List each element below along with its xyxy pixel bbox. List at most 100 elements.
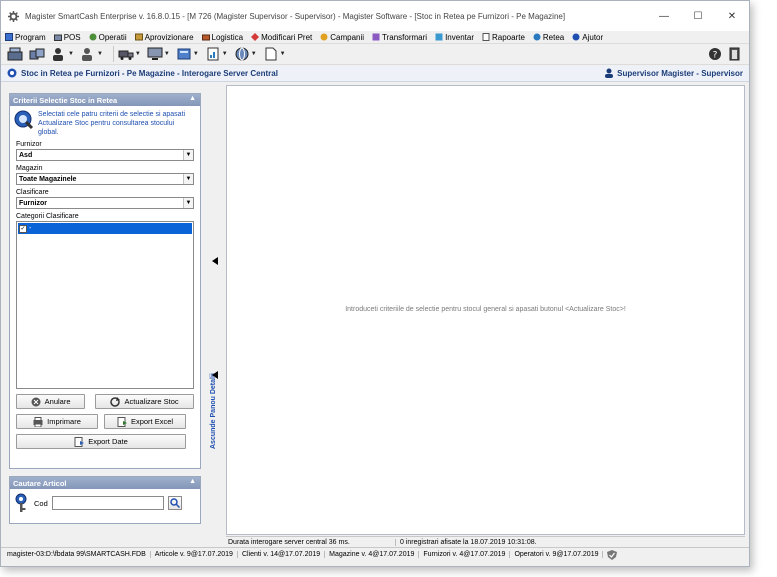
toolbar-truck-button[interactable]: ▼ — [118, 45, 141, 63]
breadcrumb-bar: Stoc in Retea pe Furnizori - Pe Magazine… — [1, 66, 749, 82]
splitter[interactable]: Ascunde Panou Detalii — [208, 84, 224, 546]
furnizor-select[interactable]: Asd ▼ — [16, 149, 194, 161]
magazin-field: Magazin Toate Magazinele ▼ — [10, 164, 200, 185]
filter-panel-header[interactable]: Criterii Selectie Stoc in Retea ▲ — [10, 94, 200, 106]
collapse-up-icon[interactable]: ▲ — [189, 95, 196, 102]
app-gear-icon[interactable] — [7, 10, 19, 22]
menu-ajutor[interactable]: Ajutor — [572, 33, 603, 42]
dropdown-arrow-icon[interactable]: ▼ — [222, 51, 228, 57]
filter-panel-title: Criterii Selectie Stoc in Retea — [13, 95, 118, 105]
menu-operatii[interactable]: Operatii — [89, 33, 127, 42]
cod-row: Cod — [10, 489, 200, 513]
chevron-down-icon[interactable]: ▼ — [183, 174, 193, 184]
status-bar: magister-03:D:\fbdata 99\SMARTCASH.FDB A… — [1, 547, 749, 561]
dropdown-arrow-icon[interactable]: ▼ — [164, 51, 170, 57]
menu-label: Aprovizionare — [144, 32, 194, 42]
magazin-label: Magazin — [16, 165, 43, 172]
cash-register-icon — [7, 47, 23, 61]
toolbar-pos-button[interactable] — [7, 45, 23, 63]
arrow-left-icon[interactable] — [212, 371, 218, 379]
toolbar-network-button[interactable]: ▼ — [234, 45, 257, 63]
svg-text:?: ? — [713, 51, 718, 61]
menu-label: Modificari Pret — [261, 32, 313, 42]
collapse-up-icon[interactable]: ▲ — [189, 478, 196, 485]
close-button[interactable]: ✕ — [715, 1, 749, 31]
info-row: Selectati cele patru criterii de selecti… — [10, 106, 200, 137]
menu-label: Operatii — [98, 32, 127, 42]
magazin-value: Toate Magazinele — [19, 175, 77, 183]
menu-pos[interactable]: POS — [53, 33, 81, 42]
export-excel-button[interactable]: Export Excel — [104, 414, 186, 429]
toolbar-operatii-button[interactable] — [29, 45, 45, 63]
clasificare-select[interactable]: Furnizor ▼ — [16, 197, 194, 209]
toolbar-user-button[interactable]: ▼ — [51, 45, 74, 63]
toolbar-database-button[interactable]: ▼ — [176, 45, 199, 63]
ajutor-icon — [572, 33, 580, 41]
chevron-down-icon[interactable]: ▼ — [183, 150, 193, 160]
dropdown-arrow-icon[interactable]: ▼ — [97, 51, 103, 57]
program-icon — [5, 33, 13, 41]
dropdown-arrow-icon[interactable]: ▼ — [251, 51, 257, 57]
content-status: Durata interogare server central 36 ms. … — [226, 536, 745, 547]
dropdown-arrow-icon[interactable]: ▼ — [135, 51, 141, 57]
modificari-pret-icon — [251, 33, 260, 41]
menu-logistica[interactable]: Logistica — [201, 32, 244, 42]
refresh-icon — [110, 396, 121, 407]
magazin-select[interactable]: Toate Magazinele ▼ — [16, 173, 194, 185]
imprimare-button[interactable]: Imprimare — [16, 414, 98, 429]
minimize-button[interactable]: — — [647, 1, 681, 31]
chevron-down-icon[interactable]: ▼ — [183, 198, 193, 208]
menu-label: Program — [15, 32, 46, 42]
categorii-list[interactable]: ✓ - — [16, 221, 194, 389]
query-duration: Durata interogare server central 36 ms. — [226, 538, 396, 546]
boxes-icon — [29, 47, 45, 61]
toolbar-separator — [112, 46, 114, 62]
toolbar-monitor-button[interactable]: ▼ — [147, 45, 170, 63]
menu-transformari[interactable]: Transformari — [372, 33, 427, 42]
list-item[interactable]: ✓ - — [18, 223, 192, 234]
menu-label: Retea — [542, 32, 565, 42]
menu-aprovizionare[interactable]: Aprovizionare — [134, 32, 194, 42]
menu-inventar[interactable]: Inventar — [435, 33, 474, 42]
export-date-button[interactable]: Export Date — [16, 434, 186, 449]
toolbar-document-button[interactable]: ▼ — [263, 45, 286, 63]
status-furnizori: Furnizori v. 4@17.07.2019 — [419, 551, 511, 558]
menu-rapoarte[interactable]: Rapoarte — [482, 33, 525, 42]
menu-campanii[interactable]: Campanii — [320, 33, 364, 42]
search-panel: Cautare Articol ▲ Cod — [9, 476, 201, 524]
toolbar: ▼ ▼ ▼ ▼ ▼ ▼ ▼ ▼ ? — [1, 43, 749, 65]
exit-door-icon[interactable] — [727, 46, 743, 62]
cancel-icon — [31, 397, 41, 407]
menu-retea[interactable]: Retea — [533, 33, 564, 42]
maximize-button[interactable]: ☐ — [681, 1, 715, 31]
network-globe-icon — [234, 47, 250, 61]
anulare-label: Anulare — [44, 397, 71, 406]
toolbar-report-button[interactable]: ▼ — [205, 45, 228, 63]
title-bar: Magister SmartCash Enterprise v. 16.8.0.… — [1, 1, 749, 31]
menu-modificari-pret[interactable]: Modificari Pret — [251, 33, 312, 42]
help-icon[interactable]: ? — [707, 46, 723, 62]
menu-label: Logistica — [211, 32, 244, 42]
status-clienti: Clienti v. 14@17.07.2019 — [238, 551, 326, 558]
checkbox-checked-icon[interactable]: ✓ — [19, 224, 27, 233]
furnizor-label: Furnizor — [16, 141, 42, 148]
cod-label: Cod — [34, 498, 48, 508]
menu-label: Campanii — [330, 32, 365, 42]
arrow-left-icon[interactable] — [212, 257, 218, 265]
imprimare-label: Imprimare — [47, 417, 81, 426]
report-icon — [205, 47, 221, 61]
export-date-label: Export Date — [88, 437, 128, 446]
actualizare-stoc-button[interactable]: Actualizare Stoc — [95, 394, 194, 409]
search-icon[interactable] — [167, 496, 182, 510]
anulare-button[interactable]: Anulare — [16, 394, 86, 409]
menu-program[interactable]: Program — [5, 33, 46, 42]
cod-input[interactable] — [51, 496, 164, 510]
menu-label: Transformari — [382, 32, 428, 42]
toolbar-client-button[interactable]: ▼ — [80, 45, 103, 63]
categorii-label: Categorii Clasificare — [16, 213, 79, 220]
dropdown-arrow-icon[interactable]: ▼ — [280, 51, 286, 57]
search-panel-header[interactable]: Cautare Articol ▲ — [10, 477, 200, 489]
dropdown-arrow-icon[interactable]: ▼ — [68, 51, 74, 57]
action-row-3: Export Date — [10, 434, 200, 449]
dropdown-arrow-icon[interactable]: ▼ — [193, 51, 199, 57]
